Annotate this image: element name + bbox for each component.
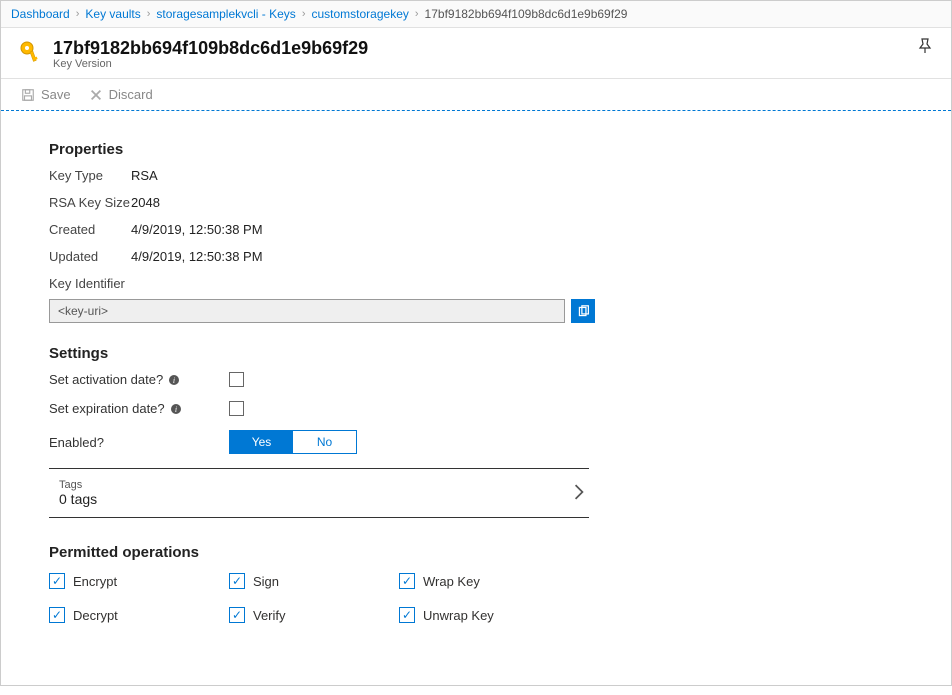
checkbox-checked-icon: ✓ <box>399 607 415 623</box>
op-encrypt-label: Encrypt <box>73 574 117 589</box>
toolbar: Save Discard <box>1 79 951 111</box>
tags-label: Tags <box>59 479 97 491</box>
op-unwrap[interactable]: ✓ Unwrap Key <box>399 607 579 623</box>
updated-label: Updated <box>49 249 131 264</box>
save-button[interactable]: Save <box>21 87 71 102</box>
save-icon <box>21 88 35 102</box>
chevron-right-icon: › <box>415 8 419 20</box>
svg-text:i: i <box>173 376 175 385</box>
checkbox-checked-icon: ✓ <box>229 607 245 623</box>
key-size-value: 2048 <box>131 195 160 210</box>
chevron-right-icon: › <box>76 8 80 20</box>
op-sign[interactable]: ✓ Sign <box>229 573 399 589</box>
copy-icon <box>577 305 590 318</box>
tags-row[interactable]: Tags 0 tags <box>49 468 589 518</box>
chevron-right-icon: › <box>302 8 306 20</box>
settings-heading: Settings <box>49 345 911 362</box>
breadcrumb: Dashboard › Key vaults › storagesamplekv… <box>1 1 951 28</box>
op-decrypt-label: Decrypt <box>73 608 118 623</box>
breadcrumb-link-dashboard[interactable]: Dashboard <box>11 7 70 21</box>
checkbox-checked-icon: ✓ <box>229 573 245 589</box>
updated-value: 4/9/2019, 12:50:38 PM <box>131 249 263 264</box>
created-value: 4/9/2019, 12:50:38 PM <box>131 222 263 237</box>
info-icon[interactable]: i <box>168 374 180 386</box>
op-verify-label: Verify <box>253 608 286 623</box>
discard-button[interactable]: Discard <box>89 87 153 102</box>
copy-button[interactable] <box>571 299 595 323</box>
checkbox-checked-icon: ✓ <box>49 607 65 623</box>
properties-heading: Properties <box>49 141 911 158</box>
checkbox-checked-icon: ✓ <box>399 573 415 589</box>
chevron-right-icon: › <box>147 8 151 20</box>
breadcrumb-link-key[interactable]: customstoragekey <box>311 7 408 21</box>
expiration-label: Set expiration date? <box>49 401 165 416</box>
pin-icon[interactable] <box>917 38 933 57</box>
enabled-no[interactable]: No <box>293 431 356 453</box>
info-icon[interactable]: i <box>170 403 182 415</box>
breadcrumb-current: 17bf9182bb694f109b8dc6d1e9b69f29 <box>425 7 628 21</box>
key-icon <box>19 40 43 67</box>
key-type-value: RSA <box>131 168 158 183</box>
save-label: Save <box>41 87 71 102</box>
activation-label: Set activation date? <box>49 372 163 387</box>
chevron-right-icon <box>573 484 585 503</box>
op-verify[interactable]: ✓ Verify <box>229 607 399 623</box>
enabled-toggle[interactable]: Yes No <box>229 430 357 454</box>
key-type-label: Key Type <box>49 168 131 183</box>
op-wrap[interactable]: ✓ Wrap Key <box>399 573 579 589</box>
enabled-yes[interactable]: Yes <box>230 431 293 453</box>
op-decrypt[interactable]: ✓ Decrypt <box>49 607 229 623</box>
expiration-checkbox[interactable] <box>229 401 244 416</box>
discard-label: Discard <box>109 87 153 102</box>
created-label: Created <box>49 222 131 237</box>
breadcrumb-link-vault[interactable]: storagesamplekvcli - Keys <box>156 7 295 21</box>
content: Properties Key Type RSA RSA Key Size 204… <box>1 111 951 695</box>
op-encrypt[interactable]: ✓ Encrypt <box>49 573 229 589</box>
page-subtitle: Key Version <box>53 58 368 70</box>
page-title: 17bf9182bb694f109b8dc6d1e9b69f29 <box>53 38 368 59</box>
key-identifier-input[interactable] <box>49 299 565 323</box>
key-identifier-label: Key Identifier <box>49 276 911 291</box>
discard-icon <box>89 88 103 102</box>
permitted-ops-heading: Permitted operations <box>49 544 911 561</box>
checkbox-checked-icon: ✓ <box>49 573 65 589</box>
title-bar: 17bf9182bb694f109b8dc6d1e9b69f29 Key Ver… <box>1 28 951 79</box>
tags-count: 0 tags <box>59 491 97 507</box>
op-unwrap-label: Unwrap Key <box>423 608 494 623</box>
svg-text:i: i <box>175 405 177 414</box>
op-wrap-label: Wrap Key <box>423 574 480 589</box>
activation-checkbox[interactable] <box>229 372 244 387</box>
op-sign-label: Sign <box>253 574 279 589</box>
enabled-label: Enabled? <box>49 435 104 450</box>
breadcrumb-link-keyvaults[interactable]: Key vaults <box>85 7 140 21</box>
key-size-label: RSA Key Size <box>49 195 131 210</box>
